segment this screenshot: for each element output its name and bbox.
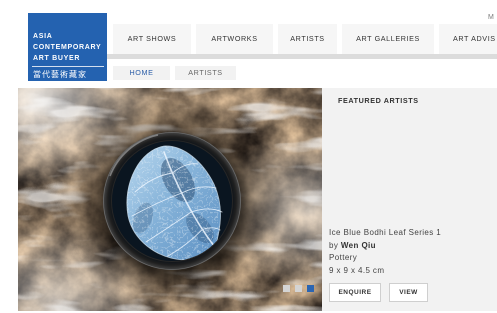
breadcrumb-artists: ARTISTS [175, 66, 236, 80]
artwork-info: Ice Blue Bodhi Leaf Series 1 by Wen Qiu … [329, 227, 441, 278]
logo-line-2: CONTEMPORARY [33, 44, 102, 51]
enquire-button[interactable]: ENQUIRE [329, 283, 381, 302]
site-logo[interactable]: ASIA CONTEMPORARY ART BUYER 當代藝術藏家 [28, 13, 107, 81]
page: ASIA CONTEMPORARY ART BUYER 當代藝術藏家 M ART… [0, 0, 497, 313]
carousel-dots [283, 285, 319, 292]
nav-underline-bar [107, 54, 497, 59]
nav-tab-art-shows[interactable]: ART SHOWS [113, 24, 191, 54]
view-button[interactable]: VIEW [389, 283, 428, 302]
artwork-title: Ice Blue Bodhi Leaf Series 1 [329, 228, 442, 237]
logo-wordmark: ASIA CONTEMPORARY ART BUYER [33, 31, 101, 64]
nav-tab-artworks[interactable]: ARTWORKS [196, 24, 273, 54]
carousel-dot-1[interactable] [283, 285, 290, 292]
logo-line-1: ASIA [33, 33, 53, 40]
breadcrumb-home[interactable]: HOME [113, 66, 170, 80]
carousel-dot-2[interactable] [295, 285, 302, 292]
logo-divider [32, 66, 104, 67]
featured-artwork-photo[interactable] [18, 88, 322, 311]
nav-tab-artists[interactable]: ARTISTS [278, 24, 337, 54]
featured-panel: FEATURED ARTISTS Ice Blue Bodhi Leaf Ser… [322, 88, 497, 311]
artwork-medium: Pottery [329, 253, 358, 263]
featured-artists-heading: FEATURED ARTISTS [338, 96, 419, 105]
nav-tab-art-advisory[interactable]: ART ADVIS [439, 24, 497, 54]
carousel-dot-3[interactable] [307, 285, 314, 292]
artist-name[interactable]: Wen Qiu [341, 241, 376, 250]
by-prefix: by [329, 240, 339, 250]
featured-slideshow [18, 88, 322, 311]
artwork-artist-line: by Wen Qiu [329, 240, 441, 253]
nav-tab-art-galleries[interactable]: ART GALLERIES [342, 24, 434, 54]
artwork-dimensions: 9 x 9 x 4.5 cm [329, 266, 385, 276]
logo-line-3: ART BUYER [33, 55, 81, 62]
account-link[interactable]: M [488, 13, 494, 22]
logo-chinese-name: 當代藝術藏家 [33, 70, 87, 79]
